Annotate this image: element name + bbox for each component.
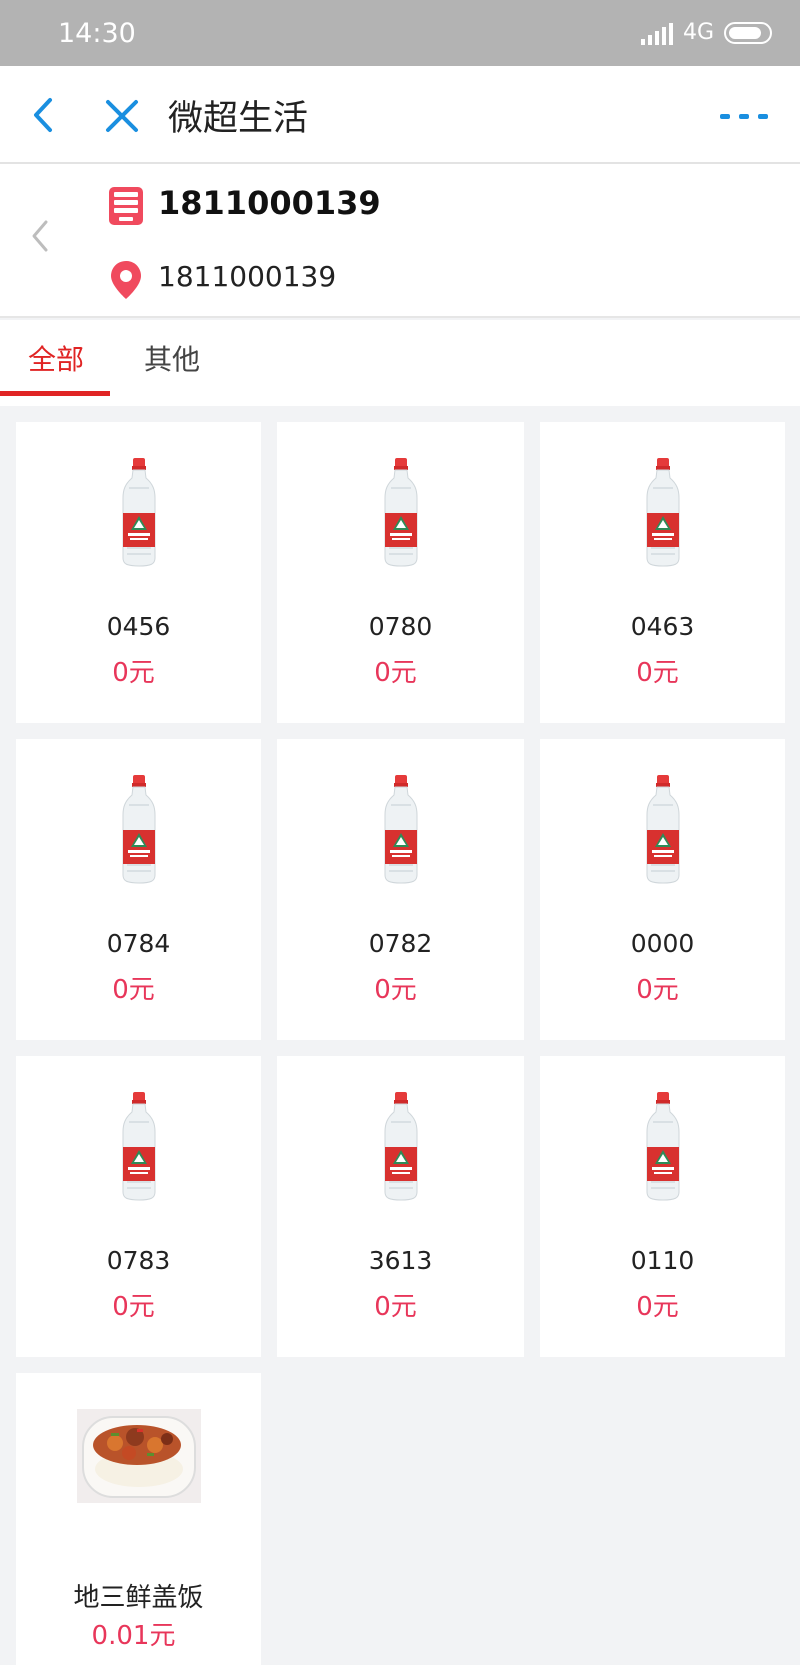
rice-bowl-image [77, 1409, 201, 1503]
location-pin-icon [111, 261, 141, 299]
machine-info: 1811000139 1811000139 [0, 164, 800, 318]
product-price: 0元 [112, 1292, 155, 1322]
product-price: 0元 [636, 1292, 679, 1322]
product-price: 0元 [374, 975, 417, 1005]
product-grid: 0456 0元 0780 0元 0463 0元 0784 0元 0782 0元 … [16, 422, 785, 1665]
product-price: 0元 [636, 975, 679, 1005]
chevron-left-icon[interactable] [26, 214, 54, 258]
product-card[interactable]: 0782 0元 [277, 739, 524, 1040]
more-icon[interactable] [718, 96, 770, 136]
water-bottle-image [381, 1092, 421, 1206]
status-indicators: 4G [640, 20, 772, 45]
vending-machine-icon [109, 187, 143, 225]
product-card[interactable]: 0000 0元 [540, 739, 785, 1040]
product-price: 0.01元 [91, 1621, 176, 1651]
product-card[interactable]: 3613 0元 [277, 1056, 524, 1357]
product-code: 0000 [630, 929, 695, 958]
product-card[interactable]: 0463 0元 [540, 422, 785, 723]
category-tabs: 全部 其他 [0, 320, 800, 406]
product-code: 3613 [368, 1246, 433, 1275]
product-code: 0456 [106, 612, 171, 641]
product-card[interactable]: 0780 0元 [277, 422, 524, 723]
product-price: 0元 [374, 658, 417, 688]
status-bar: 14:30 4G [0, 0, 800, 66]
product-price: 0元 [374, 1292, 417, 1322]
water-bottle-image [643, 458, 683, 572]
tab-other[interactable]: 其他 [144, 338, 200, 406]
product-code: 0463 [630, 612, 695, 641]
water-bottle-image [119, 1092, 159, 1206]
product-price: 0元 [112, 658, 155, 688]
water-bottle-image [381, 775, 421, 889]
signal-icon [640, 21, 673, 45]
machine-name: 1811000139 [158, 184, 381, 222]
close-icon[interactable] [100, 92, 144, 138]
product-price: 0元 [112, 975, 155, 1005]
status-time: 14:30 [58, 18, 136, 49]
product-card[interactable]: 0456 0元 [16, 422, 261, 723]
network-type: 4G [682, 20, 714, 45]
water-bottle-image [643, 1092, 683, 1206]
product-card[interactable]: 0110 0元 [540, 1056, 785, 1357]
back-icon[interactable] [28, 92, 64, 138]
water-bottle-image [381, 458, 421, 572]
water-bottle-image [119, 458, 159, 572]
page-title: 微超生活 [168, 99, 309, 139]
product-code: 0780 [368, 612, 433, 641]
product-code: 0110 [630, 1246, 695, 1275]
machine-location: 1811000139 [158, 260, 337, 293]
product-code: 0783 [106, 1246, 171, 1275]
water-bottle-image [643, 775, 683, 889]
active-tab-indicator [0, 391, 110, 396]
product-code: 0784 [106, 929, 171, 958]
nav-bar: 微超生活 [0, 66, 800, 164]
product-name: 地三鲜盖饭 [73, 1583, 204, 1613]
product-card[interactable]: 0783 0元 [16, 1056, 261, 1357]
battery-icon [724, 21, 772, 44]
product-code: 0782 [368, 929, 433, 958]
product-card[interactable]: 0784 0元 [16, 739, 261, 1040]
product-card[interactable]: 地三鲜盖饭 0.01元 [16, 1373, 261, 1665]
water-bottle-image [119, 775, 159, 889]
product-price: 0元 [636, 658, 679, 688]
